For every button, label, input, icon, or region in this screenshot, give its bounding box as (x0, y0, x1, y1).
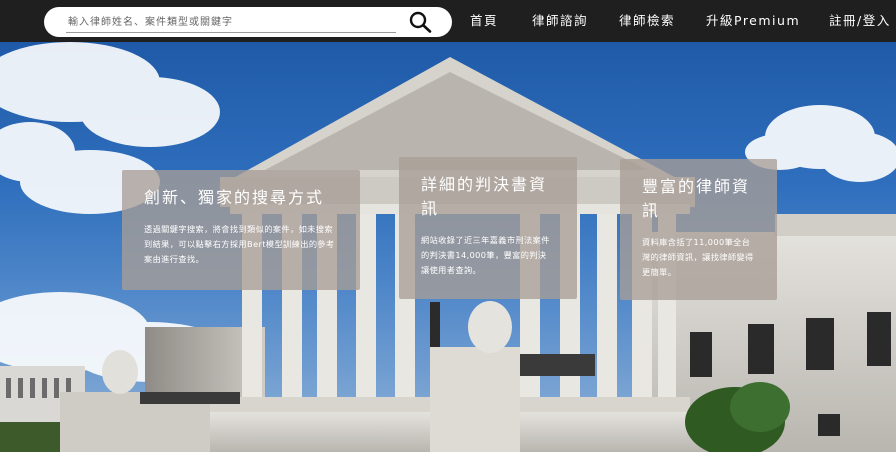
top-navbar: 首頁 律師諮詢 律師檢索 升級Premium 註冊/登入 (0, 0, 896, 42)
nav-lawyer-search[interactable]: 律師檢索 (619, 0, 675, 42)
nav-home[interactable]: 首頁 (470, 0, 498, 42)
page: 首頁 律師諮詢 律師檢索 升級Premium 註冊/登入 (0, 0, 896, 452)
search-bar (44, 7, 452, 37)
feature-title: 詳細的判決書資訊 (421, 175, 548, 218)
feature-description: 網站收錄了近三年嘉義市刑法案件的判決書14,000筆，豐富的判決讓使用者查詢。 (421, 235, 550, 275)
nav-upgrade-premium[interactable]: 升級Premium (706, 0, 800, 42)
nav-register-login[interactable]: 註冊/登入 (829, 0, 891, 42)
feature-card-lawyers: 豐富的律師資訊 資料庫含括了11,000筆全台灣的律師資訊，讓找律師變得更簡單。 (620, 159, 777, 300)
feature-card-search: 創新、獨家的搜尋方式 透過關鍵字搜索，將會找到類似的案件，如未搜索到結果，可以點… (122, 170, 360, 290)
search-input[interactable] (66, 12, 400, 32)
feature-title: 豐富的律師資訊 (642, 177, 751, 220)
search-underline (66, 32, 396, 33)
feature-title: 創新、獨家的搜尋方式 (144, 188, 325, 207)
feature-card-judgments: 詳細的判決書資訊 網站收錄了近三年嘉義市刑法案件的判決書14,000筆，豐富的判… (399, 157, 577, 299)
nav-lawyer-consult[interactable]: 律師諮詢 (532, 0, 588, 42)
search-icon[interactable] (408, 10, 434, 34)
hero-banner: 創新、獨家的搜尋方式 透過關鍵字搜索，將會找到類似的案件，如未搜索到結果，可以點… (0, 42, 896, 452)
feature-description: 透過關鍵字搜索，將會找到類似的案件，如未搜索到結果，可以點擊右方採用Bert模型… (144, 224, 335, 264)
feature-description: 資料庫含括了11,000筆全台灣的律師資訊，讓找律師變得更簡單。 (642, 237, 754, 277)
